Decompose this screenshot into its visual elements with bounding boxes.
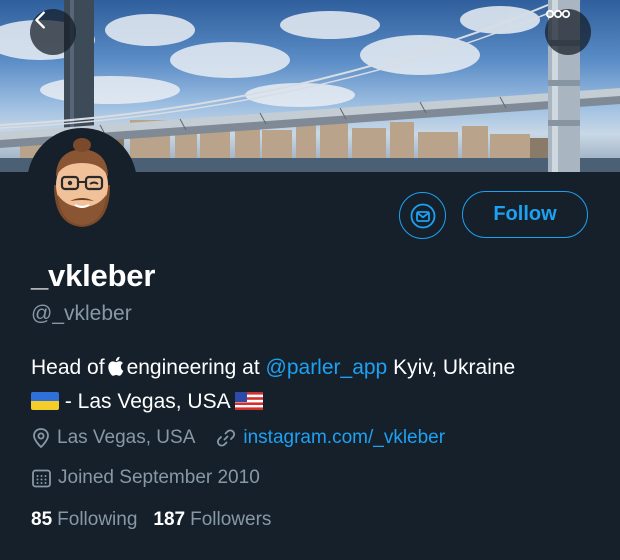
mail-icon xyxy=(410,203,436,229)
bio-mention-link[interactable]: @parler_app xyxy=(266,356,388,379)
profile-meta-location-website: Las Vegas, USA instagram.com/_vkleber xyxy=(31,427,445,449)
profile-bio: Head of engineering at @parler_app Kyiv, … xyxy=(31,352,601,421)
message-button[interactable] xyxy=(399,192,446,239)
followers-label: Followers xyxy=(190,509,272,530)
bio-text-part3: Kyiv, Ukraine xyxy=(393,356,516,379)
profile-location: Las Vegas, USA xyxy=(57,427,196,448)
ukraine-flag-icon xyxy=(31,389,59,421)
followers-count: 187 xyxy=(153,509,186,530)
usa-flag-icon xyxy=(235,389,264,421)
bio-text-part2: engineering at xyxy=(126,356,260,379)
calendar-icon xyxy=(31,468,52,489)
apple-logo-icon xyxy=(107,354,124,386)
link-icon xyxy=(215,427,237,449)
back-button[interactable] xyxy=(30,9,76,55)
profile-website-link[interactable]: instagram.com/_vkleber xyxy=(243,427,445,449)
following-label: Following xyxy=(57,509,138,530)
location-pin-icon xyxy=(31,427,51,449)
following-count: 85 xyxy=(31,509,53,530)
profile-joined-date: Joined September 2010 xyxy=(58,467,260,488)
more-options-button[interactable] xyxy=(545,9,591,55)
bio-text-part1: Head of xyxy=(31,356,105,379)
memoji-avatar-image xyxy=(32,133,132,233)
follow-button[interactable]: Follow xyxy=(462,191,588,238)
profile-name: _vkleber xyxy=(31,258,156,293)
profile-meta-joined: Joined September 2010 xyxy=(31,467,260,489)
followers-link[interactable]: 187 Followers xyxy=(153,509,271,531)
following-link[interactable]: 85 Following xyxy=(31,509,137,531)
avatar[interactable] xyxy=(27,128,137,238)
profile-stats: 85 Following 187 Followers xyxy=(31,509,271,531)
profile-handle: @_vkleber xyxy=(31,302,132,325)
bio-text-part4: - Las Vegas, USA xyxy=(64,390,230,413)
